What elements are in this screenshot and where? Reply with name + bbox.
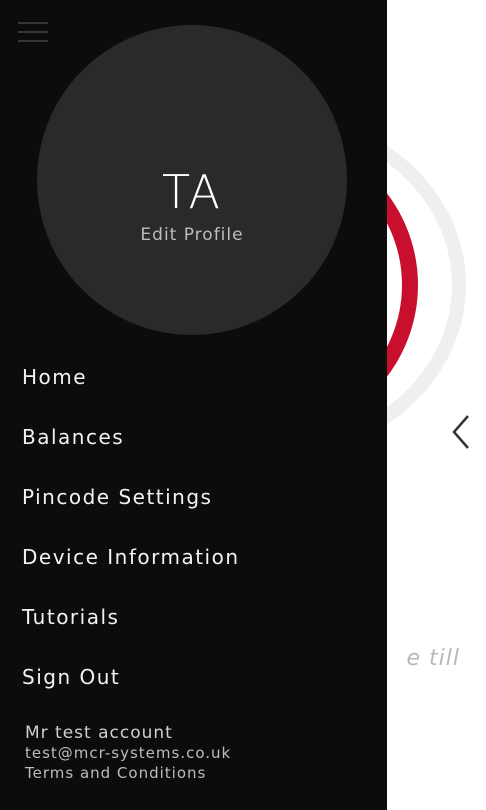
navigation-drawer: TA Edit Profile Home Balances Pincode Se… xyxy=(0,0,387,810)
account-email: test@mcr-systems.co.uk xyxy=(25,744,232,762)
drawer-footer: Mr test account test@mcr-systems.co.uk T… xyxy=(25,723,231,783)
menu-item-sign-out[interactable]: Sign Out xyxy=(22,662,240,722)
terms-and-conditions-link[interactable]: Terms and Conditions xyxy=(25,763,231,783)
chevron-left-icon[interactable] xyxy=(450,414,472,450)
account-name: Mr test account xyxy=(25,723,173,743)
menu-item-balances[interactable]: Balances xyxy=(22,422,240,482)
menu-item-tutorials[interactable]: Tutorials xyxy=(22,602,240,662)
edit-profile-link[interactable]: Edit Profile xyxy=(37,225,347,245)
menu-item-home[interactable]: Home xyxy=(22,362,240,422)
menu-item-device-information[interactable]: Device Information xyxy=(22,542,240,602)
drawer-menu: Home Balances Pincode Settings Device In… xyxy=(22,362,240,722)
avatar[interactable]: TA Edit Profile xyxy=(37,25,347,335)
avatar-initials: TA xyxy=(162,165,222,219)
menu-icon[interactable] xyxy=(18,22,48,46)
menu-item-pincode-settings[interactable]: Pincode Settings xyxy=(22,482,240,542)
